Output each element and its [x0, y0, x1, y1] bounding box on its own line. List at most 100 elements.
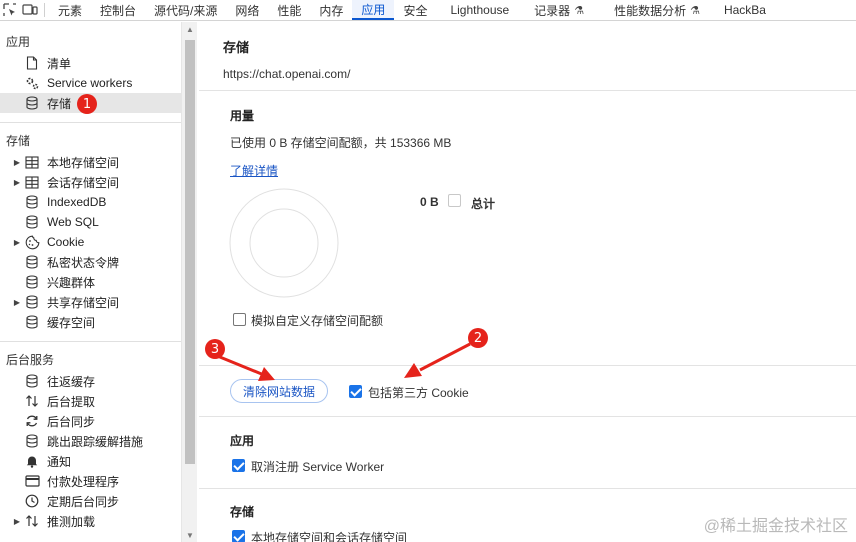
simulate-quota-label: 模拟自定义存储空间配额 [251, 314, 384, 328]
sidebar-item-label: 清单 [47, 56, 72, 71]
tab-application[interactable]: 应用 [352, 0, 395, 20]
sidebar-item-background-fetch[interactable]: 后台提取 [0, 391, 181, 411]
tab-lighthouse[interactable]: Lighthouse [436, 0, 525, 20]
section-divider [199, 90, 856, 91]
sidebar-item-bfcache[interactable]: 往返缓存 [0, 371, 181, 391]
sidebar-divider [0, 341, 181, 342]
page-title: 存储 [223, 40, 250, 55]
tab-console[interactable]: 控制台 [91, 0, 145, 20]
usage-heading: 用量 [230, 109, 255, 123]
tab-hackbar[interactable]: HackBa [714, 0, 775, 20]
sidebar-item-label: 私密状态令牌 [47, 255, 120, 270]
sidebar-item-label: Cookie [47, 235, 85, 249]
sidebar-item-private-state-tokens[interactable]: 私密状态令牌 [0, 252, 181, 272]
tab-network[interactable]: 网络 [226, 0, 268, 20]
sidebar-item-speculative-loads[interactable]: ▶ 推测加载 [0, 511, 181, 531]
sidebar-item-bounce-tracking[interactable]: 跳出跟踪缓解措施 [0, 431, 181, 451]
tab-performance[interactable]: 性能 [268, 0, 310, 20]
include-third-party-cookie-label: 包括第三方 Cookie [368, 386, 469, 400]
expand-arrow-icon[interactable]: ▶ [12, 517, 22, 526]
sidebar-item-service-workers[interactable]: Service workers [0, 73, 181, 93]
sidebar-item-cookie[interactable]: ▶ Cookie [0, 232, 181, 252]
tab-recorder[interactable]: 记录器 ⚗ [525, 0, 598, 20]
expand-arrow-icon[interactable]: ▶ [12, 298, 22, 307]
sidebar-item-label: 存储 [47, 96, 72, 111]
inspect-element-icon[interactable] [0, 0, 20, 20]
database-icon [24, 433, 40, 449]
expand-arrow-icon[interactable]: ▶ [12, 158, 22, 167]
sidebar-item-label: 后台同步 [47, 414, 96, 429]
updown-arrows-icon [24, 393, 40, 409]
usage-summary: 已使用 0 B 存储空间配额，共 153366 MB [230, 136, 452, 150]
unregister-service-worker-label: 取消注册 Service Worker [251, 460, 385, 474]
sidebar-item-label: Service workers [47, 76, 133, 90]
tab-label: 元素 [58, 3, 83, 18]
sidebar-item-shared-storage[interactable]: ▶ 共享存储空间 [0, 292, 181, 312]
sidebar-section-background-services: 后台服务 [6, 353, 55, 367]
tab-elements[interactable]: 元素 [49, 0, 91, 20]
tab-label: 源代码/来源 [154, 3, 218, 18]
expand-arrow-icon[interactable]: ▶ [12, 238, 22, 247]
tab-security[interactable]: 安全 [394, 0, 436, 20]
expand-arrow-icon[interactable]: ▶ [12, 178, 22, 187]
annotation-badge-3: 3 [205, 339, 225, 359]
tab-sources[interactable]: 源代码/来源 [145, 0, 226, 20]
annotation-badge-1: 1 [77, 94, 97, 114]
sidebar-item-web-sql[interactable]: Web SQL [0, 212, 181, 232]
tab-label: 应用 [361, 2, 386, 17]
section-divider [199, 416, 856, 417]
local-session-storage-checkbox[interactable] [232, 530, 245, 542]
sidebar-item-label: 定期后台同步 [47, 494, 120, 509]
tab-label: 安全 [403, 3, 428, 18]
sidebar-item-payment-handler[interactable]: 付款处理程序 [0, 471, 181, 491]
tab-performance-insights[interactable]: 性能数据分析 ⚗ [598, 0, 714, 20]
clear-site-data-button[interactable]: 清除网站数据 [230, 379, 328, 403]
sidebar-item-background-sync[interactable]: 后台同步 [0, 411, 181, 431]
simulate-quota-checkbox[interactable] [233, 313, 246, 326]
sidebar-item-manifest[interactable]: 清单 [0, 53, 181, 73]
database-icon [24, 294, 40, 310]
include-third-party-cookie-checkbox[interactable] [349, 385, 362, 398]
sidebar-item-label: 往返缓存 [47, 374, 96, 389]
local-session-storage-label: 本地存储空间和会话存储空间 [251, 531, 408, 542]
tab-label: 网络 [235, 3, 260, 18]
sidebar-item-indexeddb[interactable]: IndexedDB [0, 192, 181, 212]
clock-icon [24, 493, 40, 509]
legend-swatch [448, 194, 461, 207]
sidebar-item-cache-storage[interactable]: 缓存空间 [0, 312, 181, 332]
sidebar-item-label: IndexedDB [47, 195, 107, 209]
learn-more-link[interactable]: 了解详情 [230, 162, 278, 179]
scroll-up-icon[interactable]: ▲ [186, 25, 194, 34]
gears-icon [24, 75, 40, 91]
flask-icon: ⚗ [574, 4, 585, 17]
scroll-down-icon[interactable]: ▼ [186, 531, 194, 540]
sidebar-item-label: 通知 [47, 454, 72, 469]
sidebar-item-label: 共享存储空间 [47, 295, 120, 310]
sidebar-item-interest-groups[interactable]: 兴趣群体 [0, 272, 181, 292]
tab-label: 性能数据分析 [614, 3, 687, 18]
sidebar-item-label: 会话存储空间 [47, 175, 120, 190]
origin-url: https://chat.openai.com/ [223, 67, 351, 81]
sidebar-item-local-storage[interactable]: ▶ 本地存储空间 [0, 152, 181, 172]
sidebar-item-notifications[interactable]: 通知 [0, 451, 181, 471]
sidebar-item-periodic-sync[interactable]: 定期后台同步 [0, 491, 181, 511]
tab-label: 性能 [277, 3, 302, 18]
sync-icon [24, 413, 40, 429]
storage-panel: 存储 https://chat.openai.com/ 用量 已使用 0 B 存… [199, 22, 856, 542]
sidebar-item-label: 推测加载 [47, 514, 96, 529]
sidebar-item-label: 付款处理程序 [47, 474, 120, 489]
sidebar-divider [0, 122, 181, 123]
database-icon [24, 214, 40, 230]
device-toolbar-icon[interactable] [20, 0, 40, 20]
database-icon [24, 274, 40, 290]
sidebar-item-label: 兴趣群体 [47, 275, 96, 290]
toolbar-divider [44, 3, 45, 17]
database-icon [24, 95, 40, 111]
sidebar-scrollbar[interactable]: ▲ ▼ [181, 22, 197, 542]
tab-label: HackBa [723, 3, 766, 17]
cookie-icon [24, 234, 40, 250]
unregister-service-worker-checkbox[interactable] [232, 459, 245, 472]
sidebar-item-session-storage[interactable]: ▶ 会话存储空间 [0, 172, 181, 192]
tab-memory[interactable]: 内存 [310, 0, 352, 20]
scrollbar-thumb[interactable] [185, 40, 195, 464]
